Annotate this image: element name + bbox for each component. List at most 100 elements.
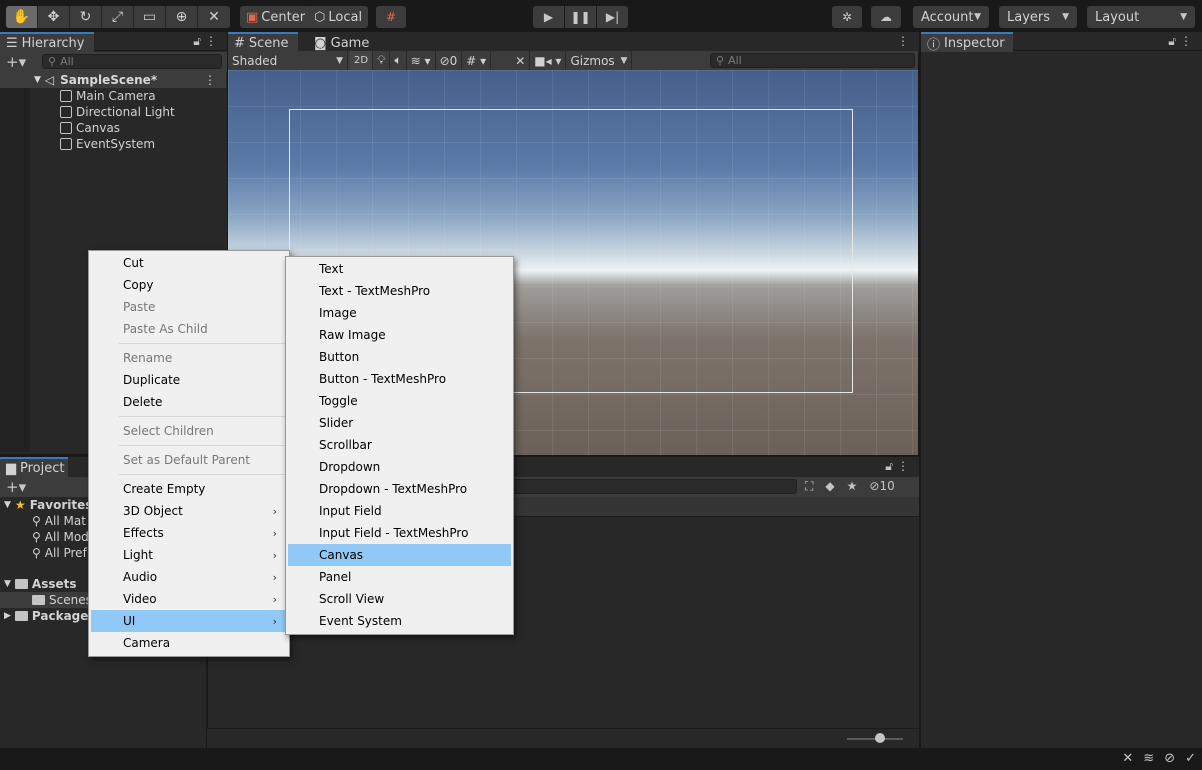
panel-lock-menu-icon[interactable]: 🔓︎⋮ xyxy=(193,34,221,49)
custom-tool-icon[interactable]: ✕ xyxy=(198,6,230,28)
submenu-item-panel[interactable]: Panel xyxy=(288,566,511,588)
menu-item-effects[interactable]: Effects › xyxy=(91,522,287,544)
scene-panel-menu-icon[interactable]: ⋮ xyxy=(897,34,913,48)
account-dropdown[interactable]: Account ▼ xyxy=(913,6,989,28)
pivot-center-button[interactable]: ▣ Center xyxy=(240,6,312,28)
submenu-item-input-field[interactable]: Input Field xyxy=(288,500,511,522)
shading-mode-dropdown[interactable]: Shaded ▼ xyxy=(228,51,348,70)
inspector-lock-menu-icon[interactable]: 🔓︎⋮ xyxy=(1168,34,1196,49)
submenu-item-slider[interactable]: Slider xyxy=(288,412,511,434)
hand-tool-icon[interactable]: ✋ xyxy=(6,6,38,28)
menu-item-ui[interactable]: UI › xyxy=(91,610,287,632)
tools-button[interactable]: ✕ xyxy=(511,51,531,70)
tab-game[interactable]: ◙ Game xyxy=(308,32,374,52)
check-circle-icon[interactable]: ✓ xyxy=(1185,751,1196,766)
gizmos-dropdown[interactable]: Gizmos ▼ xyxy=(566,51,633,70)
menu-item-create-empty[interactable]: Create Empty xyxy=(91,478,287,500)
submenu-item-event-system[interactable]: Event System xyxy=(288,610,511,632)
favorites-row[interactable]: ▼ ★ Favorites xyxy=(4,497,92,513)
project-create-dropdown[interactable]: +▾ xyxy=(6,478,36,496)
tab-hierarchy[interactable]: ☰ Hierarchy xyxy=(0,32,94,52)
star-icon[interactable]: ★ xyxy=(847,479,858,494)
scenes-folder-row[interactable]: Scenes xyxy=(32,592,92,608)
menu-item-light[interactable]: Light › xyxy=(91,544,287,566)
debug-bug-icon[interactable]: ✕ xyxy=(1122,751,1133,766)
project-lock-menu-icon[interactable]: 🔓︎⋮ xyxy=(885,459,913,474)
menu-item-audio[interactable]: Audio › xyxy=(91,566,287,588)
hierarchy-scene-row[interactable]: ▼ ◁ SampleScene* ⋮ xyxy=(0,72,226,88)
submenu-item-text-tmp[interactable]: Text - TextMeshPro xyxy=(288,280,511,302)
tag-icon[interactable]: ◆ xyxy=(825,479,834,494)
hidden-objects-toggle[interactable]: ⊘ 0 xyxy=(436,51,463,70)
layout-dropdown[interactable]: Layout ▼ xyxy=(1087,6,1195,28)
assets-row[interactable]: ▼ Assets xyxy=(4,576,77,592)
submenu-item-scrollbar[interactable]: Scrollbar xyxy=(288,434,511,456)
submenu-item-dropdown[interactable]: Dropdown xyxy=(288,456,511,478)
packages-row[interactable]: ▶ Packages xyxy=(4,608,96,624)
expand-arrow-icon[interactable]: ▶ xyxy=(4,611,11,621)
favorite-item[interactable]: ⚲ All Mat xyxy=(32,513,86,529)
gameobject-icon xyxy=(60,138,72,150)
expand-arrow-icon[interactable]: ▼ xyxy=(34,75,41,85)
filter-type-icon[interactable]: ⛶ xyxy=(805,479,813,494)
grid-snap-button[interactable]: # xyxy=(376,6,406,28)
hierarchy-item[interactable]: Main Camera xyxy=(60,88,156,104)
hidden-packages-toggle[interactable]: ⊘10 xyxy=(869,479,894,494)
hierarchy-item[interactable]: Directional Light xyxy=(60,104,175,120)
favorite-item[interactable]: ⚲ All Mod xyxy=(32,529,89,545)
effects-dropdown[interactable]: ≋ ▾ xyxy=(407,51,436,70)
hierarchy-search-input[interactable]: ⚲ All xyxy=(42,54,222,69)
submenu-item-raw-image[interactable]: Raw Image xyxy=(288,324,511,346)
step-button[interactable]: ▶| xyxy=(597,6,628,28)
audio-toggle-button[interactable]: 🔈︎ xyxy=(390,51,407,70)
scale-tool-icon[interactable]: ⤢ xyxy=(102,6,134,28)
menu-item-camera[interactable]: Camera xyxy=(91,632,287,654)
tab-scene[interactable]: # Scene xyxy=(228,32,298,52)
submenu-item-canvas[interactable]: Canvas xyxy=(288,544,511,566)
expand-arrow-icon[interactable]: ▼ xyxy=(4,500,11,510)
submenu-item-input-field-tmp[interactable]: Input Field - TextMeshPro xyxy=(288,522,511,544)
hierarchy-item-label: Canvas xyxy=(76,121,121,135)
transform-tool-icon[interactable]: ⊕ xyxy=(166,6,198,28)
menu-item-copy[interactable]: Copy xyxy=(91,274,287,296)
submenu-item-image[interactable]: Image xyxy=(288,302,511,324)
grid-visibility-dropdown[interactable]: # ▾ xyxy=(462,51,492,70)
cloud-button[interactable]: ☁ xyxy=(871,6,901,28)
favorite-item[interactable]: ⚲ All Pref xyxy=(32,545,87,561)
tab-project[interactable]: ▆ Project xyxy=(0,457,68,477)
icon-size-slider-handle[interactable] xyxy=(875,733,885,743)
camera-settings-dropdown[interactable]: ■◂ ▾ xyxy=(530,51,567,70)
submenu-item-text[interactable]: Text xyxy=(288,258,511,280)
submenu-item-dropdown-tmp[interactable]: Dropdown - TextMeshPro xyxy=(288,478,511,500)
submenu-item-toggle[interactable]: Toggle xyxy=(288,390,511,412)
2d-toggle-button[interactable]: 2D xyxy=(350,51,374,70)
tab-inspector[interactable]: ⓘ Inspector xyxy=(921,32,1013,53)
create-dropdown-button[interactable]: +▾ xyxy=(6,53,36,71)
move-tool-icon[interactable]: ✥ xyxy=(38,6,70,28)
scene-menu-icon[interactable]: ⋮ xyxy=(204,73,216,87)
menu-item-cut[interactable]: Cut xyxy=(91,252,287,274)
project-search-input[interactable] xyxy=(512,479,797,494)
expand-arrow-icon[interactable]: ▼ xyxy=(4,579,11,589)
rotate-tool-icon[interactable]: ↻ xyxy=(70,6,102,28)
hierarchy-item[interactable]: EventSystem xyxy=(60,136,155,152)
layers-dropdown[interactable]: Layers ▼ xyxy=(999,6,1077,28)
rect-tool-icon[interactable]: ▭ xyxy=(134,6,166,28)
scene-search-input[interactable]: ⚲ All xyxy=(710,53,915,68)
submenu-item-button[interactable]: Button xyxy=(288,346,511,368)
hierarchy-item[interactable]: Canvas xyxy=(60,120,120,136)
cache-server-icon[interactable]: ≋ xyxy=(1143,751,1154,766)
search-icon: ⚲ xyxy=(32,530,41,544)
submenu-item-scroll-view[interactable]: Scroll View xyxy=(288,588,511,610)
menu-item-delete[interactable]: Delete xyxy=(91,391,287,413)
menu-item-duplicate[interactable]: Duplicate xyxy=(91,369,287,391)
submenu-item-button-tmp[interactable]: Button - TextMeshPro xyxy=(288,368,511,390)
menu-item-3d-object[interactable]: 3D Object › xyxy=(91,500,287,522)
menu-item-video[interactable]: Video › xyxy=(91,588,287,610)
services-button[interactable]: ✲ xyxy=(832,6,862,28)
play-button[interactable]: ▶ xyxy=(533,6,564,28)
pause-button[interactable]: ❚❚ xyxy=(565,6,596,28)
auto-generate-icon[interactable]: ⊘ xyxy=(1164,751,1175,766)
pivot-space-button[interactable]: ⬡ Local xyxy=(308,6,369,28)
lighting-toggle-button[interactable]: 💡︎ xyxy=(373,51,391,70)
